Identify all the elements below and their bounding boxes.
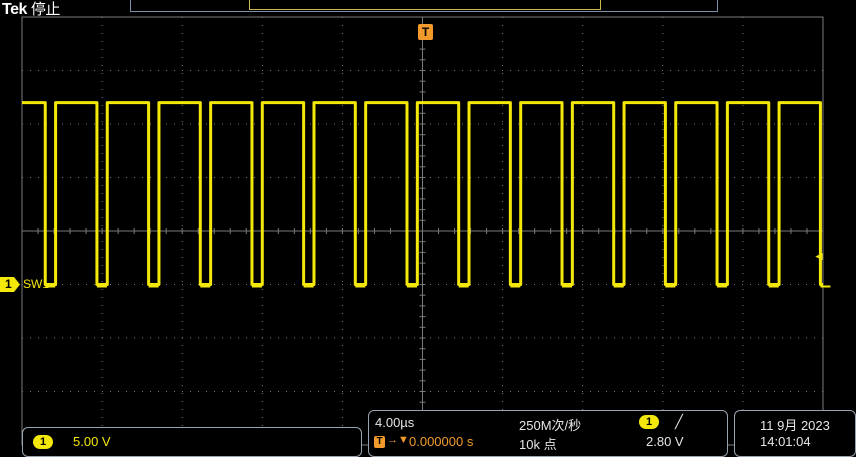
horizontal-trigger-panel[interactable]: 4.00µs 250M次/秒 1 ╱ T →▼ 0.000000 s 10k 点… [368,410,728,457]
trigger-slope-icon: ╱ [675,414,683,429]
channel1-badge: 1 [33,435,53,449]
datetime-panel: 11 9月 2023 14:01:04 [734,410,856,457]
sample-rate: 250M次/秒 [519,418,582,433]
date-display: 11 9月 2023 [760,418,830,433]
trigger-source-badge: 1 [639,415,659,429]
acquisition-status: 停止 [30,1,61,18]
tek-brand: Tek 停止 [2,0,60,19]
time-per-division: 4.00µs [375,415,415,430]
channel1-label: SW1 [23,277,50,291]
trigger-delay-icon: T [374,436,385,448]
trigger-delay-value: 0.000000 s [409,434,474,449]
scope-graticule [21,16,831,446]
trigger-level-value: 2.80 V [646,434,684,449]
time-display: 14:01:04 [760,434,811,449]
channel1-scale: 5.00 V [73,434,111,449]
record-view-window[interactable] [249,0,601,10]
channel1-scale-panel[interactable]: 1 5.00 V [22,427,362,457]
trigger-delay-arrow: →▼ [387,434,409,446]
trigger-position-marker[interactable]: T [418,24,433,40]
record-length: 10k 点 [519,437,557,452]
tek-logo: Tek [2,1,27,18]
trigger-level-marker[interactable]: ◄ [813,250,825,262]
